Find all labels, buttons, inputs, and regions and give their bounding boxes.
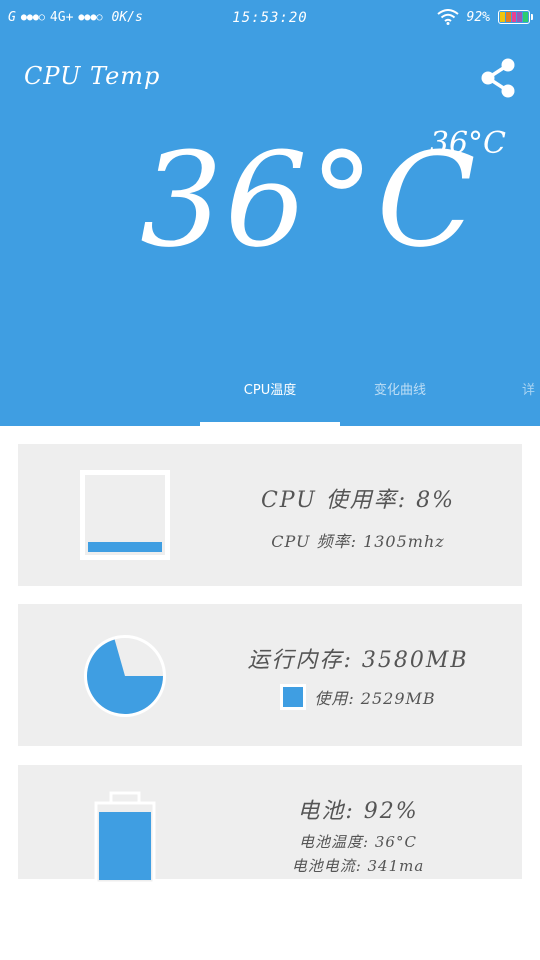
share-icon[interactable] <box>478 56 518 100</box>
battery-segment <box>511 12 517 22</box>
battery-current-label: 电池电流: 341ma <box>291 857 425 875</box>
cpu-usage-fill <box>88 542 162 552</box>
battery-percent: 92% <box>466 9 490 25</box>
memory-used-row: 使用: 2529MB <box>208 684 508 710</box>
battery-level-fill <box>99 812 151 880</box>
battery-segment <box>523 12 528 22</box>
cpu-frequency-label: CPU 频率: 1305mhz <box>271 532 445 551</box>
wifi-icon <box>436 9 459 25</box>
cpu-card: CPU 使用率: 8% CPU 频率: 1305mhz <box>18 444 522 586</box>
battery-icon <box>498 10 533 24</box>
battery-card: 电池: 92% 电池温度: 36°C 电池电流: 341ma <box>18 765 522 883</box>
memory-legend-swatch <box>280 684 307 710</box>
cpu-usage-gauge <box>80 470 170 560</box>
battery-segment <box>517 12 523 22</box>
memory-total-label: 运行内存: 3580MB <box>247 648 469 673</box>
battery-segment <box>505 12 511 22</box>
battery-temp-label: 电池温度: 36°C <box>299 833 417 851</box>
big-temperature: 36°C <box>140 124 478 276</box>
memory-pie-chart <box>84 635 166 717</box>
memory-used-label: 使用: 2529MB <box>314 689 436 708</box>
status-bar: G ●●●○ 4G+ ●●●○ 0K/s 15:53:20 92% <box>0 0 540 36</box>
app-title: CPU Temp <box>24 62 161 90</box>
tab-bar: CPU温度 变化曲线 详 <box>200 372 540 426</box>
tab-change-curve[interactable]: 变化曲线 <box>340 372 460 426</box>
memory-card: 运行内存: 3580MB 使用: 2529MB <box>18 604 522 746</box>
battery-level-icon <box>94 791 156 883</box>
header-panel: G ●●●○ 4G+ ●●●○ 0K/s 15:53:20 92% CPU Te… <box>0 0 540 426</box>
cpu-usage-label: CPU 使用率: 8% <box>260 488 456 513</box>
tab-cpu-temp[interactable]: CPU温度 <box>200 372 340 426</box>
tab-details[interactable]: 详 <box>522 372 540 426</box>
battery-segment <box>500 12 505 22</box>
battery-level-label: 电池: 92% <box>297 799 419 824</box>
